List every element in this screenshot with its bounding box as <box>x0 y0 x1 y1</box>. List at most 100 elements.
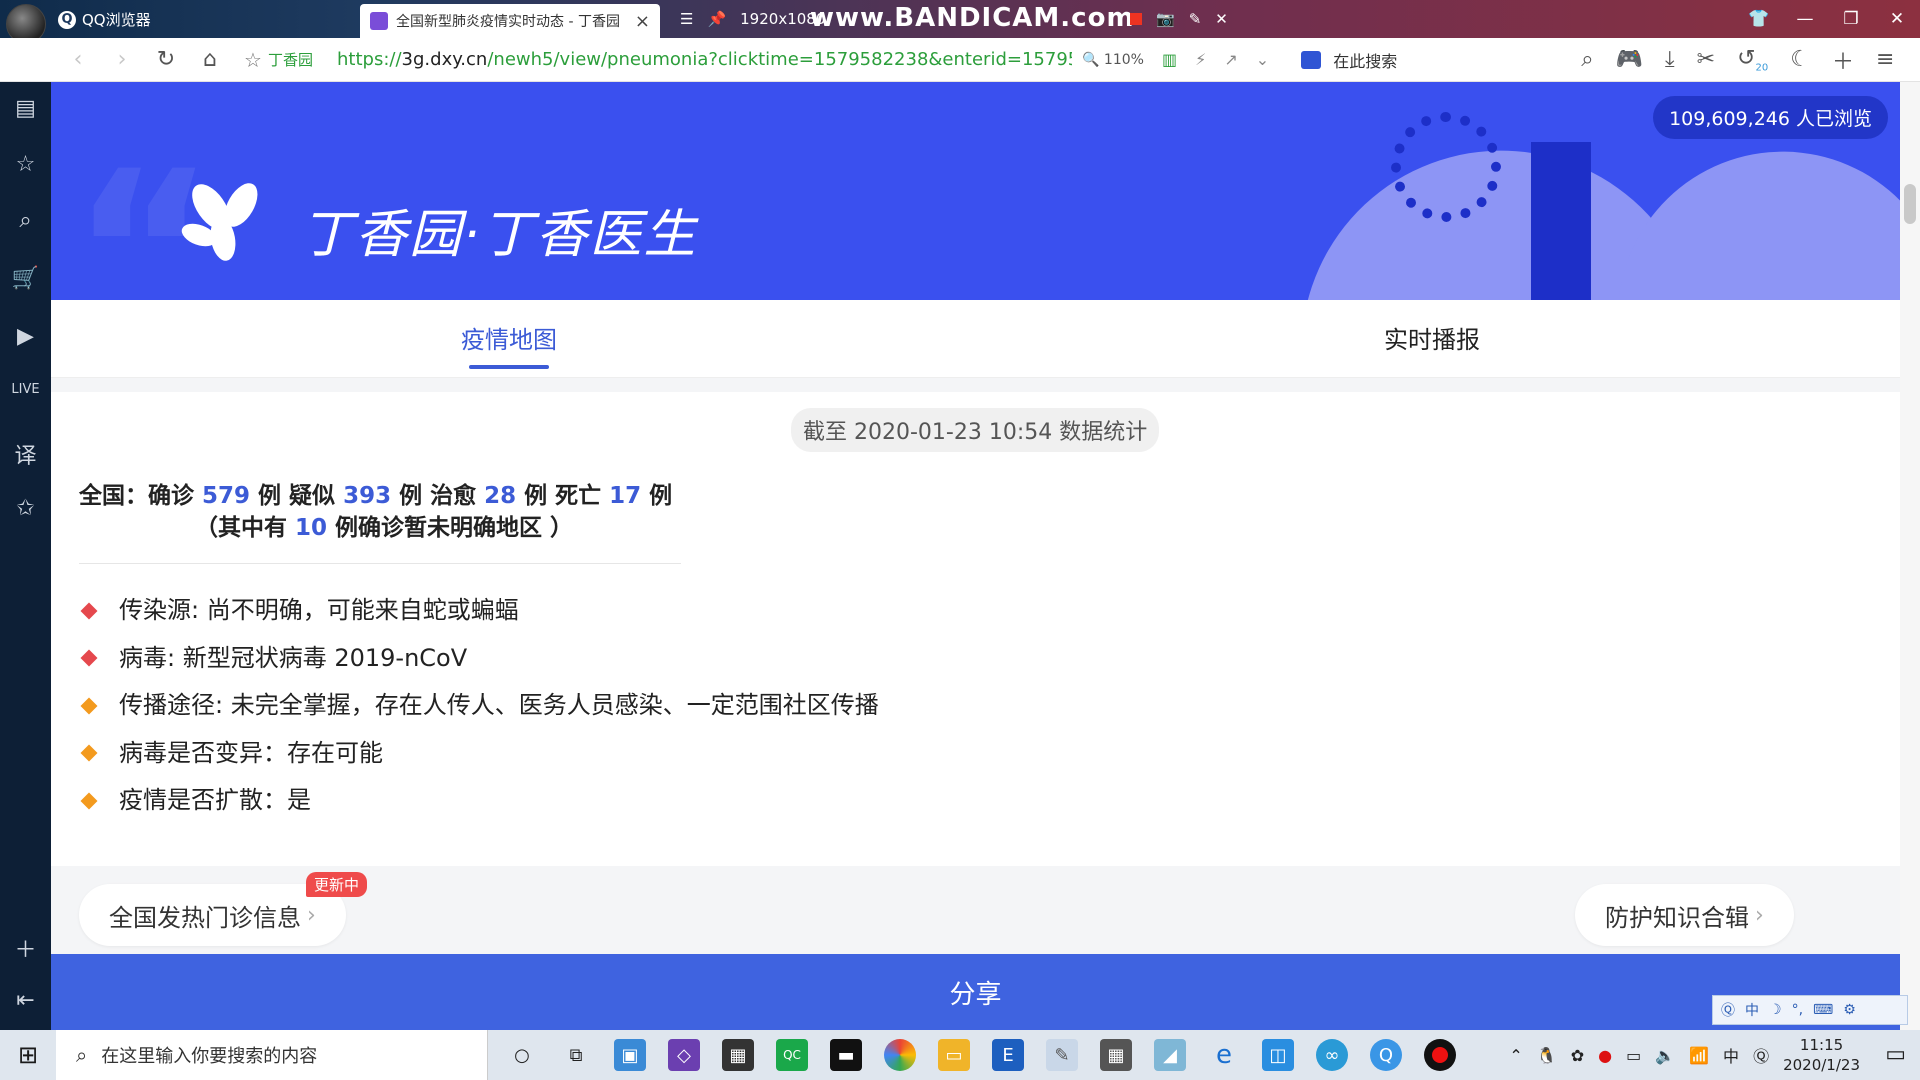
add-sidebar-icon[interactable]: ＋ <box>0 932 51 964</box>
battery-icon[interactable]: ▭ <box>1626 1046 1641 1065</box>
wechat-tray-icon[interactable]: ✿ <box>1571 1046 1584 1065</box>
download-icon[interactable]: ⤓ <box>1665 47 1675 72</box>
reader-mode-icon[interactable]: ▥ <box>1162 50 1177 69</box>
ime-punct-icon[interactable]: °, <box>1792 1002 1803 1018</box>
bookmark-star-icon[interactable]: ☆ <box>238 48 268 72</box>
recorder-close-icon[interactable]: ✕ <box>1215 10 1228 28</box>
search-sidebar-icon[interactable]: ⌕ <box>0 208 51 233</box>
volume-icon[interactable]: 🔈 <box>1655 1046 1675 1065</box>
translate-icon[interactable]: 译 <box>0 438 51 470</box>
tab-live-report[interactable]: 实时播报 <box>1384 320 1480 355</box>
back-icon[interactable]: ‹ <box>56 47 100 72</box>
app-icon-1[interactable]: ▣ <box>614 1039 646 1071</box>
store-icon[interactable]: ▦ <box>722 1039 754 1071</box>
app-icon-e[interactable]: E <box>992 1039 1024 1071</box>
camera-icon[interactable]: 📷 <box>1156 10 1175 28</box>
terminal-icon[interactable]: ▬ <box>830 1039 862 1071</box>
windows-start-icon[interactable]: ⊞ <box>0 1041 56 1069</box>
window-close-icon[interactable]: ✕ <box>1874 9 1920 29</box>
clock-date: 2020/1/23 <box>1783 1056 1860 1074</box>
ime-keyboard-icon[interactable]: ⌨ <box>1813 1002 1833 1018</box>
flash-icon[interactable]: ⚡ <box>1195 50 1206 69</box>
chevron-right-icon: › <box>307 902 316 928</box>
calculator-icon[interactable]: ▦ <box>1100 1039 1132 1071</box>
app-icon-3[interactable]: ◫ <box>1262 1039 1294 1071</box>
site-name[interactable]: 丁香园 <box>268 49 313 70</box>
list-item: 传播途径: 未完全掌握，存在人传人、医务人员感染、一定范围社区传播 <box>79 682 879 730</box>
app-icon-2[interactable]: ◢ <box>1154 1039 1186 1071</box>
bandicam-record-icon[interactable] <box>1424 1039 1456 1071</box>
paint-icon[interactable]: ✎ <box>1046 1039 1078 1071</box>
clock[interactable]: 11:15 2020/1/23 <box>1783 1035 1860 1075</box>
collection-star-icon[interactable]: ✩ <box>0 496 51 521</box>
record-tray-icon[interactable]: ● <box>1598 1046 1612 1065</box>
protection-knowledge-button[interactable]: 防护知识合辑 › <box>1575 884 1794 946</box>
visual-studio-icon[interactable]: ◇ <box>668 1039 700 1071</box>
pin-icon[interactable]: 📌 <box>707 10 726 28</box>
favorites-star-icon[interactable]: ☆ <box>0 152 51 177</box>
unlocated-count: 10 <box>295 515 328 541</box>
tab-epidemic-map[interactable]: 疫情地图 <box>461 320 557 369</box>
menu-icon[interactable]: ☰ <box>680 10 693 28</box>
ime-q-icon[interactable]: Ⓠ <box>1753 1043 1769 1067</box>
skin-icon[interactable]: 👕 <box>1736 9 1782 29</box>
forward-icon[interactable]: › <box>100 47 144 72</box>
new-tab-icon[interactable]: ＋ <box>1832 44 1854 76</box>
notification-icon[interactable]: ▭ <box>1885 1042 1906 1067</box>
tray-expand-icon[interactable]: ⌃ <box>1509 1046 1522 1065</box>
edge-icon[interactable]: e <box>1208 1039 1240 1071</box>
share-page-icon[interactable]: ↗ <box>1224 50 1237 69</box>
collapse-sidebar-icon[interactable]: ⇤ <box>0 988 51 1013</box>
video-icon[interactable]: ▶ <box>0 324 51 349</box>
dropdown-chevron-icon[interactable]: ⌄ <box>1256 50 1269 69</box>
main-menu-icon[interactable]: ≡ <box>1876 47 1894 72</box>
ime-language[interactable]: 中 <box>1745 1000 1759 1020</box>
qc-icon[interactable]: QC <box>776 1039 808 1071</box>
news-icon[interactable]: ▤ <box>0 96 51 121</box>
diamond-bullet-icon <box>80 792 98 810</box>
refresh-icon[interactable]: ↻ <box>144 47 188 72</box>
minimize-icon[interactable]: — <box>1782 9 1828 29</box>
browser-tab-active[interactable]: 全国新型肺炎疫情实时动态 - 丁香园 × <box>360 4 660 38</box>
night-mode-icon[interactable]: ☾ <box>1790 47 1810 72</box>
record-stop-icon[interactable] <box>1130 13 1142 25</box>
pencil-icon[interactable]: ✎ <box>1189 10 1202 28</box>
live-icon[interactable]: LIVE <box>0 382 51 397</box>
diamond-bullet-icon <box>80 697 98 715</box>
taskbar-search[interactable]: ⌕ 在这里输入你要搜索的内容 <box>56 1030 488 1080</box>
gamepad-icon[interactable]: 🎮 <box>1616 47 1643 72</box>
app-icon-4[interactable]: ∞ <box>1316 1039 1348 1071</box>
url-field[interactable]: https://3g.dxy.cn/newh5/view/pneumonia?c… <box>337 49 1072 70</box>
qq-browser-taskbar-icon[interactable]: Q <box>1370 1039 1402 1071</box>
history-icon[interactable]: ↺20 <box>1737 46 1768 73</box>
home-icon[interactable]: ⌂ <box>188 47 232 72</box>
restore-icon[interactable]: ❐ <box>1828 9 1874 29</box>
scissors-icon[interactable]: ✂ <box>1697 47 1715 72</box>
window-controls: 👕 — ❐ ✕ <box>1736 0 1920 38</box>
browser-sidebar: ▤ ☆ ⌕ 🛒 ▶ LIVE 译 ✩ ＋ ⇤ <box>0 82 51 1030</box>
wifi-icon[interactable]: 📶 <box>1689 1046 1709 1065</box>
web-page: “ 丁香园·丁香医生 109,609,246 人已浏览 疫情地图 实时播报 截至… <box>51 82 1900 1030</box>
scrollbar-thumb[interactable] <box>1904 184 1916 224</box>
share-button[interactable]: 分享 <box>51 954 1900 1030</box>
cortana-icon[interactable]: ○ <box>506 1039 538 1071</box>
search-icon[interactable]: ⌕ <box>1581 47 1593 72</box>
cart-icon[interactable]: 🛒 <box>0 266 51 291</box>
ime-tray-icon[interactable]: 中 <box>1723 1043 1739 1067</box>
qq-tray-icon[interactable]: 🐧 <box>1537 1046 1557 1065</box>
header-banner: “ 丁香园·丁香医生 109,609,246 人已浏览 <box>51 82 1900 300</box>
tab-close-icon[interactable]: × <box>635 11 650 32</box>
file-explorer-icon[interactable]: ▭ <box>938 1039 970 1071</box>
search-engine-icon[interactable] <box>1301 50 1322 69</box>
suspected-count: 393 <box>343 483 392 509</box>
url-host: 3g.dxy.cn <box>401 49 488 70</box>
task-view-icon[interactable]: ⧉ <box>560 1039 592 1071</box>
summary-divider <box>79 563 681 564</box>
ime-moon-icon[interactable]: ☽ <box>1769 1002 1782 1018</box>
search-box[interactable]: 在此搜索 <box>1301 48 1531 72</box>
ime-logo-icon[interactable]: Ⓠ <box>1721 1000 1735 1020</box>
zoom-level[interactable]: 🔍 110% <box>1082 52 1152 68</box>
scrollbar[interactable] <box>1900 82 1920 1030</box>
ime-settings-icon[interactable]: ⚙ <box>1843 1002 1856 1018</box>
chrome-icon[interactable] <box>884 1039 916 1071</box>
